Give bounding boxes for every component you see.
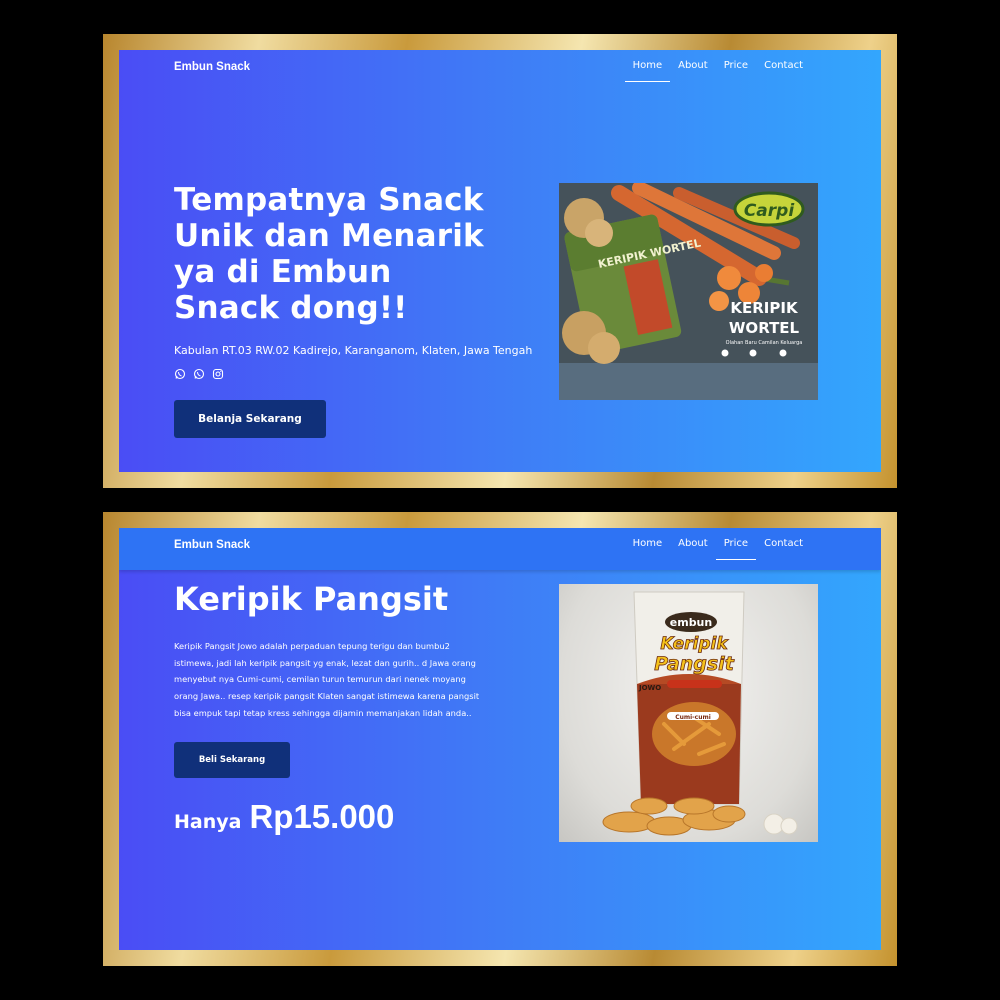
keripik-text: KERIPIK: [730, 299, 799, 317]
nav-price[interactable]: Price: [715, 538, 757, 560]
whatsapp-icon[interactable]: [193, 368, 205, 380]
nav-about[interactable]: About: [670, 538, 716, 549]
nav-price[interactable]: Price: [716, 60, 756, 71]
hero-screen: Embun Snack Home About Price Contact Tem…: [119, 50, 881, 472]
nav-contact[interactable]: Contact: [756, 538, 811, 549]
gold-frame-bottom: Embun Snack Home About Price Contact Ker…: [103, 512, 897, 966]
brand-logo[interactable]: Embun Snack: [174, 539, 250, 551]
price-display: Hanya Rp15.000: [174, 798, 394, 836]
hero-title: Tempatnya Snack Unik dan Menarik ya di E…: [174, 182, 484, 326]
nav-menu: Home About Price Contact: [624, 60, 811, 82]
nav-contact[interactable]: Contact: [756, 60, 811, 71]
navbar: Embun Snack Home About Price Contact: [119, 50, 881, 90]
nav-menu: Home About Price Contact: [625, 538, 811, 560]
price-screen: Embun Snack Home About Price Contact Ker…: [119, 528, 881, 950]
carrot-chips-photo: Carpi KERIPIK WORTEL KERIPIK WORTEL Olah…: [559, 183, 818, 400]
price-prefix: Hanya: [174, 811, 242, 833]
buy-now-button[interactable]: Beli Sekarang: [174, 742, 290, 778]
nav-home[interactable]: Home: [624, 60, 671, 82]
social-links: [174, 368, 224, 380]
variant-pack-text: Cumi-cumi: [675, 714, 711, 721]
gold-frame-top: Embun Snack Home About Price Contact Tem…: [103, 34, 897, 488]
product-description: Keripik Pangsit Jowo adalah perpaduan te…: [174, 641, 480, 718]
nav-about[interactable]: About: [670, 60, 716, 71]
tagline-text: Olahan Baru Camilan Keluarga: [726, 340, 803, 346]
price-value: Rp15.000: [249, 798, 395, 835]
product-title: Keripik Pangsit: [174, 580, 449, 618]
pangsit-chips-photo: embun Keripik Pangsit JOWO Cumi-cumi: [559, 584, 818, 842]
carpi-logo-text: Carpi: [744, 201, 796, 221]
keripik-pack-text: Keripik: [660, 634, 729, 654]
shop-now-button[interactable]: Belanja Sekarang: [174, 400, 326, 438]
nav-home[interactable]: Home: [625, 538, 671, 549]
wortel-text: WORTEL: [729, 319, 800, 337]
navbar: Embun Snack Home About Price Contact: [119, 528, 881, 570]
address-text: Kabulan RT.03 RW.02 Kadirejo, Karanganom…: [174, 344, 533, 357]
instagram-icon[interactable]: [212, 368, 224, 380]
brand-logo[interactable]: Embun Snack: [174, 61, 250, 73]
whatsapp-icon[interactable]: [174, 368, 186, 380]
embun-pack-logo: embun: [670, 616, 712, 629]
pangsit-pack-text: Pangsit: [654, 653, 734, 675]
jowo-pack-text: JOWO: [638, 684, 661, 692]
